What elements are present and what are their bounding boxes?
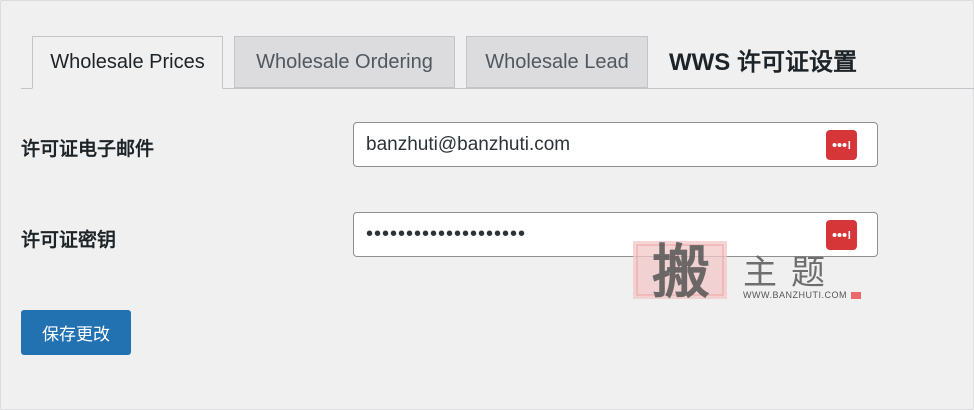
page-title: WWS 许可证设置 xyxy=(669,49,857,76)
settings-tabs: Wholesale Prices Wholesale Ordering Whol… xyxy=(21,36,974,89)
license-key-label: 许可证密钥 xyxy=(21,230,117,251)
password-manager-icon[interactable] xyxy=(826,130,857,160)
license-key-input[interactable] xyxy=(354,213,814,256)
save-changes-button[interactable]: 保存更改 xyxy=(21,310,131,355)
tab-wholesale-ordering[interactable]: Wholesale Ordering xyxy=(234,36,455,88)
license-email-field-wrapper xyxy=(353,122,878,167)
license-email-input[interactable] xyxy=(354,123,814,166)
tab-wholesale-lead[interactable]: Wholesale Lead xyxy=(466,36,648,88)
license-email-label: 许可证电子邮件 xyxy=(21,139,155,160)
license-key-field-wrapper xyxy=(353,212,878,257)
tab-wholesale-prices[interactable]: Wholesale Prices xyxy=(32,36,223,89)
password-manager-icon[interactable] xyxy=(826,220,857,250)
